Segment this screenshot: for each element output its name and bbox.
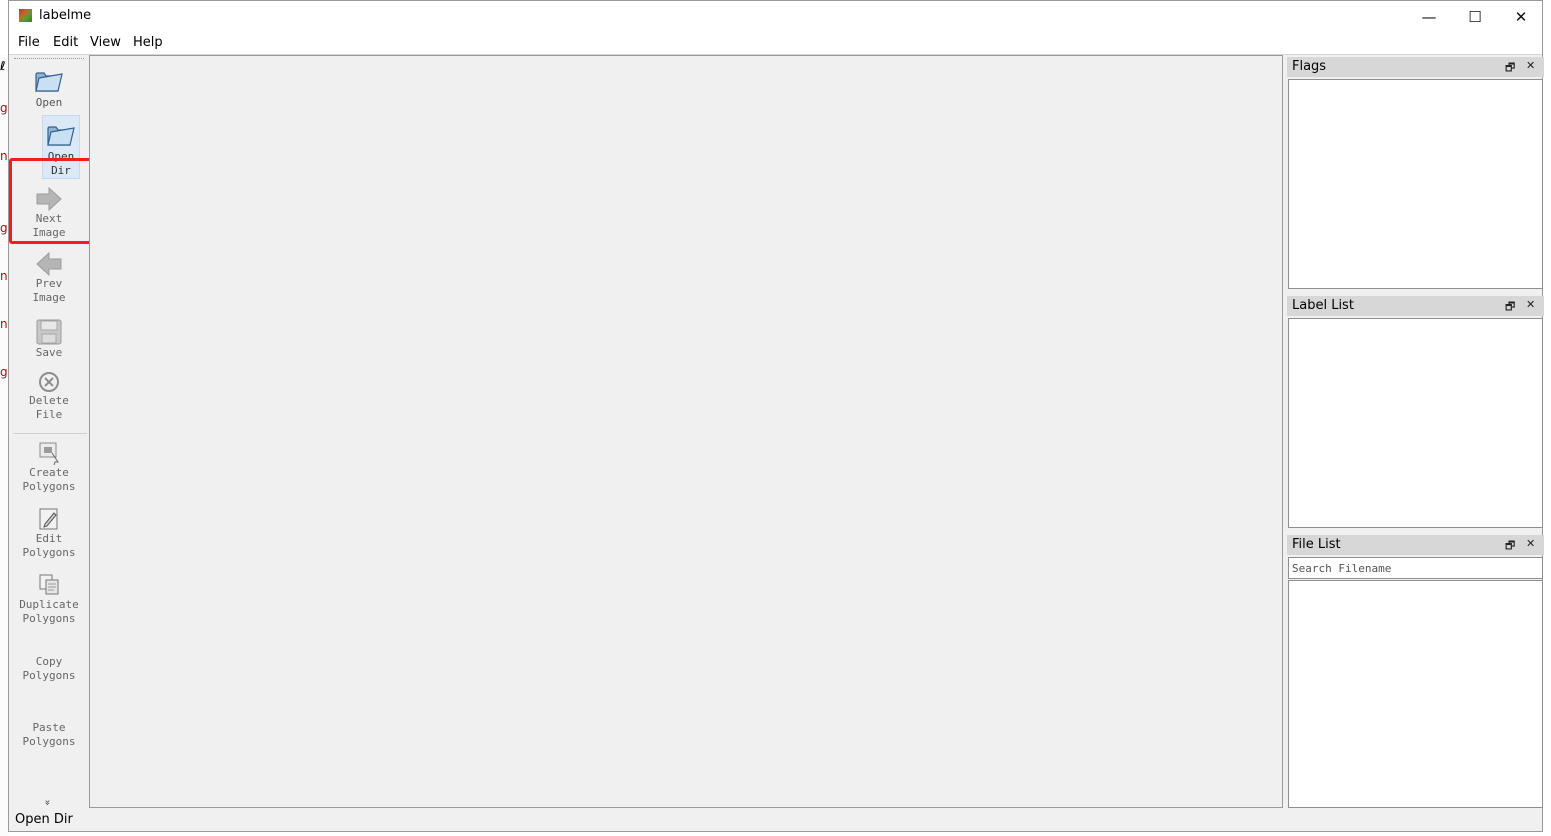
dock-float-icon[interactable]: 🗗 <box>1505 298 1515 317</box>
close-button[interactable]: ✕ <box>1498 1 1544 32</box>
menu-bar: File Edit View Help <box>9 32 1542 55</box>
open-button-label: Open <box>35 96 63 109</box>
flags-list[interactable] <box>1288 79 1543 289</box>
dock-close-icon[interactable]: ✕ <box>1526 537 1535 550</box>
open-dir-button[interactable]: Open Dir <box>42 115 80 179</box>
toolbar-grip[interactable] <box>14 58 84 61</box>
label-list-dock: Label List 🗗 ✕ <box>1287 296 1544 528</box>
edit-polygons-button-label: Edit Polygons <box>22 532 76 559</box>
open-button[interactable]: Open <box>13 64 85 110</box>
menu-edit[interactable]: Edit <box>53 35 78 50</box>
delete-circle-icon <box>39 372 59 392</box>
dock-close-icon[interactable]: ✕ <box>1526 298 1535 311</box>
paste-polygons-button[interactable]: Paste Polygons <box>13 721 85 749</box>
file-list-dock-title-bar[interactable]: File List 🗗 ✕ <box>1287 535 1544 555</box>
search-filename-input[interactable] <box>1288 557 1543 579</box>
status-text: Open Dir <box>15 812 73 827</box>
flags-dock: Flags 🗗 ✕ <box>1287 57 1544 289</box>
next-image-button[interactable]: Next Image <box>13 186 85 240</box>
folder-open-icon <box>47 126 75 146</box>
flags-dock-title: Flags <box>1292 59 1327 74</box>
copy-polygons-button-label: Copy Polygons <box>22 655 76 682</box>
labelme-window: labelme — ☐ ✕ File Edit View Help Open O… <box>8 0 1544 832</box>
duplicate-polygons-button-label: Duplicate Polygons <box>19 598 79 625</box>
title-bar: labelme — ☐ ✕ <box>9 1 1542 32</box>
tools-toolbar: Open Open Dir Next Image Prev Image Save… <box>9 56 95 811</box>
dock-float-icon[interactable]: 🗗 <box>1505 537 1515 556</box>
file-list[interactable] <box>1288 580 1543 808</box>
labelme-app-icon <box>19 9 32 22</box>
delete-file-button[interactable]: Delete File <box>13 370 85 422</box>
label-list-dock-title-bar[interactable]: Label List 🗗 ✕ <box>1287 296 1544 316</box>
edit-pencil-icon <box>39 508 58 530</box>
save-disk-icon <box>36 319 62 345</box>
flags-dock-title-bar[interactable]: Flags 🗗 ✕ <box>1287 57 1544 77</box>
paste-polygons-button-label: Paste Polygons <box>22 721 76 748</box>
minimize-button[interactable]: — <box>1406 1 1452 32</box>
create-polygons-button[interactable]: Create Polygons <box>13 440 85 494</box>
file-list-dock-title: File List <box>1292 537 1341 552</box>
maximize-button[interactable]: ☐ <box>1452 1 1498 32</box>
save-button[interactable]: Save <box>13 318 85 360</box>
file-list-dock: File List 🗗 ✕ <box>1287 535 1544 809</box>
prev-image-button-label: Prev Image <box>32 277 66 304</box>
toolbar-extension-chevron-icon[interactable]: » <box>42 799 53 805</box>
duplicate-polygons-button[interactable]: Duplicate Polygons <box>13 572 85 626</box>
next-image-button-label: Next Image <box>32 212 66 239</box>
arrow-right-icon <box>36 186 62 212</box>
open-dir-button-label: Open Dir <box>47 150 75 177</box>
label-list-dock-title: Label List <box>1292 298 1354 313</box>
create-polygon-icon <box>39 442 59 466</box>
delete-file-button-label: Delete File <box>29 394 69 421</box>
status-bar: Open Dir <box>9 809 1542 831</box>
image-canvas[interactable] <box>89 55 1283 808</box>
dock-float-icon[interactable]: 🗗 <box>1505 59 1515 78</box>
edit-polygons-button[interactable]: Edit Polygons <box>13 506 85 560</box>
menu-view[interactable]: View <box>90 35 121 50</box>
label-list[interactable] <box>1288 318 1543 528</box>
dock-close-icon[interactable]: ✕ <box>1526 59 1535 72</box>
save-button-label: Save <box>35 346 63 359</box>
menu-file[interactable]: File <box>18 35 40 50</box>
menu-help[interactable]: Help <box>133 35 163 50</box>
copy-polygons-button[interactable]: Copy Polygons <box>13 655 85 683</box>
arrow-left-icon <box>36 251 62 277</box>
window-title: labelme <box>39 8 92 23</box>
create-polygons-button-label: Create Polygons <box>22 466 76 493</box>
duplicate-copy-icon <box>39 574 59 595</box>
toolbar-separator <box>13 433 87 434</box>
prev-image-button[interactable]: Prev Image <box>13 251 85 305</box>
folder-open-icon <box>35 72 63 92</box>
